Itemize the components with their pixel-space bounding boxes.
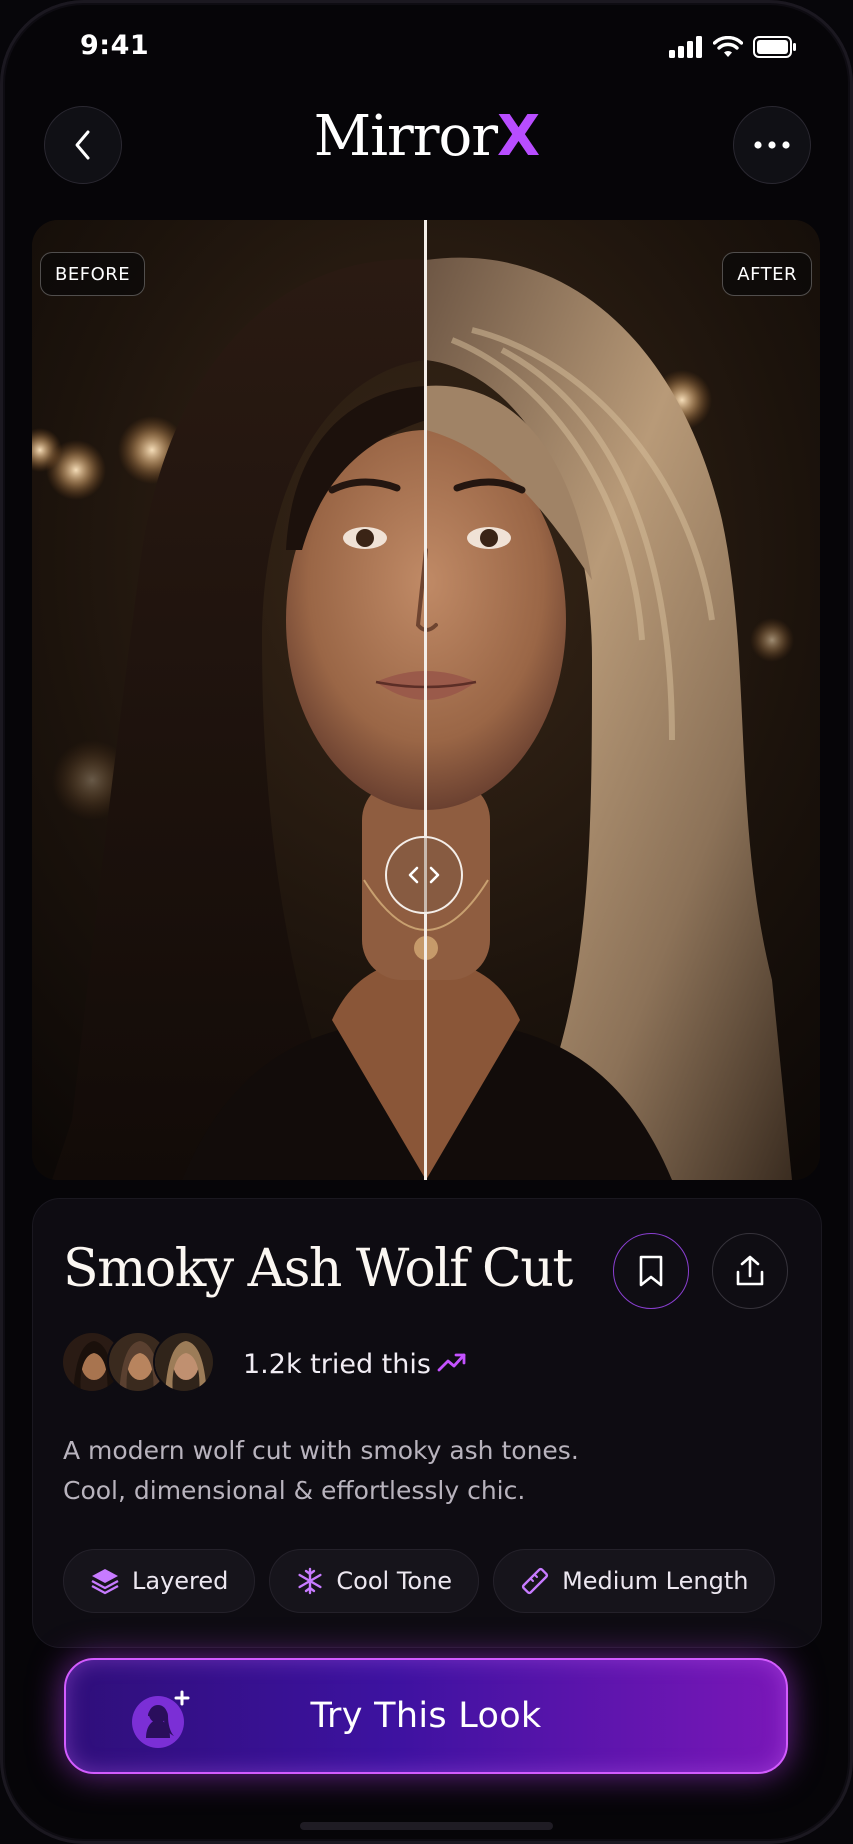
style-info-card: Smoky Ash Wolf Cut 1.2k tried this A mod… [32,1198,822,1648]
tried-by-avatars [61,1331,231,1397]
status-time: 9:41 [80,30,150,61]
comparison-slider-handle[interactable] [385,836,463,914]
style-title: Smoky Ash Wolf Cut [63,1239,573,1299]
tried-count: 1.2k tried this [243,1349,431,1380]
trending-up-icon [437,1353,466,1372]
before-after-comparison[interactable]: BEFORE AFTER [32,220,820,1180]
brand-name: Mirror [313,104,498,169]
try-this-look-button[interactable]: Try This Look [64,1658,788,1774]
avatar-plus-icon [132,1690,190,1748]
comparison-divider[interactable] [424,220,427,1180]
share-icon [736,1255,764,1286]
chip-label: Layered [132,1567,229,1595]
style-tags: Layered Cool Tone Medium Length [63,1549,776,1613]
phone-screen: 9:41 MirrorX BEFORE AFTER Smoky Ash Wolf… [0,0,853,1844]
chip-medium-length[interactable]: Medium Length [493,1549,776,1613]
chip-layered[interactable]: Layered [63,1549,256,1613]
battery-icon [753,36,796,58]
description-line: Cool, dimensional & effortlessly chic. [63,1476,526,1505]
chip-label: Cool Tone [336,1567,453,1595]
chip-cool-tone[interactable]: Cool Tone [269,1549,480,1613]
home-indicator [300,1822,553,1830]
status-icons [669,36,797,58]
more-horizontal-icon [754,141,790,149]
chevrons-left-right-icon [408,866,440,884]
avatar [153,1331,215,1393]
brand-accent: X [497,104,540,169]
snowflake-icon [298,1567,322,1595]
more-options-button[interactable] [733,106,811,184]
style-description: A modern wolf cut with smoky ash tones. … [63,1431,783,1511]
chip-label: Medium Length [562,1567,749,1595]
before-label: BEFORE [40,252,146,296]
cta-label: Try This Look [310,1696,542,1736]
app-logo: MirrorX [0,104,853,169]
save-button[interactable] [613,1233,689,1309]
ruler-icon [521,1567,549,1595]
description-line: A modern wolf cut with smoky ash tones. [63,1436,579,1465]
layers-icon [91,1569,119,1595]
wifi-icon [713,36,743,57]
share-button[interactable] [712,1233,788,1309]
cellular-signal-icon [669,36,702,58]
bookmark-icon [639,1255,663,1287]
after-label: AFTER [722,252,812,296]
